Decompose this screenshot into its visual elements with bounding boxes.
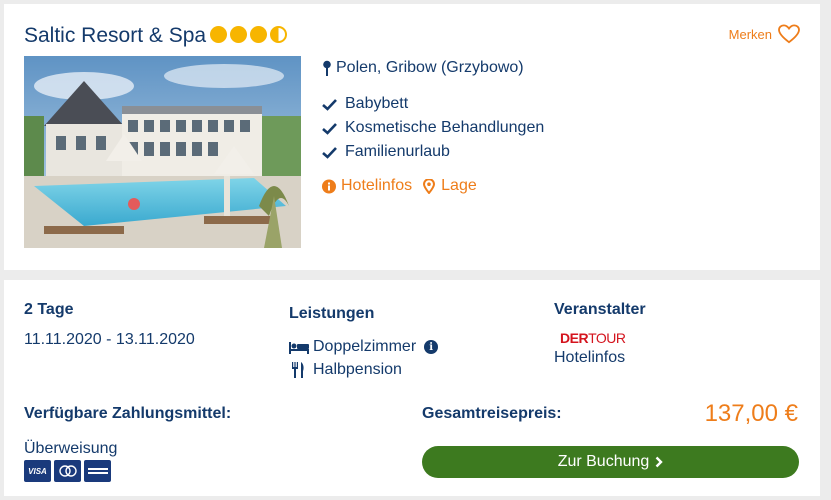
heart-icon — [778, 24, 800, 44]
feature-item: Kosmetische Behandlungen — [322, 116, 544, 140]
visa-card-icon: VISA — [24, 460, 51, 482]
travel-dates: 11.11.2020 - 13.11.2020 — [24, 331, 195, 348]
hotelinfos-label: Hotelinfos — [341, 177, 413, 194]
check-icon — [322, 146, 337, 159]
feature-list: Babybett Kosmetische Behandlungen Famili… — [322, 92, 544, 164]
bed-icon — [289, 342, 309, 354]
duration: 2 Tage — [24, 301, 74, 318]
feature-label: Babybett — [345, 95, 409, 112]
room-type: Doppelzimmer i — [289, 338, 439, 356]
total-label: Gesamtreisepreis: — [422, 405, 562, 422]
booking-label: Zur Buchung — [557, 453, 650, 470]
feature-item: Babybett — [322, 92, 544, 116]
chevron-right-icon — [655, 456, 663, 468]
check-icon — [322, 98, 337, 111]
half-star-icon — [270, 26, 287, 43]
feature-item: Familienurlaub — [322, 140, 544, 164]
hotel-photo[interactable] — [24, 56, 301, 248]
star-icon — [250, 26, 267, 43]
offer-card: 2 Tage 11.11.2020 - 13.11.2020 Leistunge… — [4, 280, 820, 496]
hotel-photo-image — [24, 56, 301, 248]
payment-cards: VISA — [24, 460, 111, 482]
amex-lines-icon — [87, 468, 108, 474]
feature-label: Kosmetische Behandlungen — [345, 119, 545, 136]
star-rating — [210, 26, 287, 43]
booking-button[interactable]: Zur Buchung — [422, 446, 799, 478]
board-label: Halbpension — [313, 361, 402, 378]
merken-button[interactable]: Merken — [729, 24, 800, 44]
payment-title: Verfügbare Zahlungsmittel: — [24, 405, 232, 422]
amex-card-icon — [84, 460, 111, 482]
map-pin-icon — [323, 60, 331, 76]
hotel-location: Polen, Gribow (Grzybowo) — [322, 59, 524, 77]
lage-link[interactable]: Lage — [422, 177, 477, 195]
room-label: Doppelzimmer — [313, 338, 417, 355]
hotel-links: Hotelinfos Lage — [322, 177, 477, 195]
fork-knife-icon — [292, 362, 304, 378]
star-icon — [230, 26, 247, 43]
hotel-card: Saltic Resort & Spa Merken Polen, Gribow… — [4, 4, 820, 270]
location-marker-icon — [423, 178, 436, 194]
board-type: Halbpension — [289, 361, 402, 379]
mastercard-circles-icon — [58, 465, 77, 477]
lage-label: Lage — [441, 177, 477, 194]
payment-method: Überweisung — [24, 440, 118, 457]
mastercard-card-icon — [54, 460, 81, 482]
check-icon — [322, 122, 337, 135]
total-price: 137,00 € — [704, 400, 798, 427]
info-circle-icon — [322, 179, 336, 193]
hotelinfos-link[interactable]: Hotelinfos — [322, 177, 412, 195]
merken-label: Merken — [728, 26, 772, 42]
operator-hotelinfos-link[interactable]: Hotelinfos — [554, 349, 625, 367]
star-icon — [210, 26, 227, 43]
veranstalter-title: Veranstalter — [554, 301, 646, 318]
leistungen-title: Leistungen — [289, 305, 375, 322]
room-info-icon[interactable]: i — [424, 340, 439, 354]
location-text: Polen, Gribow (Grzybowo) — [336, 59, 524, 76]
hotel-name[interactable]: Saltic Resort & Spa — [24, 24, 206, 48]
dertour-logo: DERTOUR — [560, 330, 626, 346]
feature-label: Familienurlaub — [345, 143, 450, 160]
